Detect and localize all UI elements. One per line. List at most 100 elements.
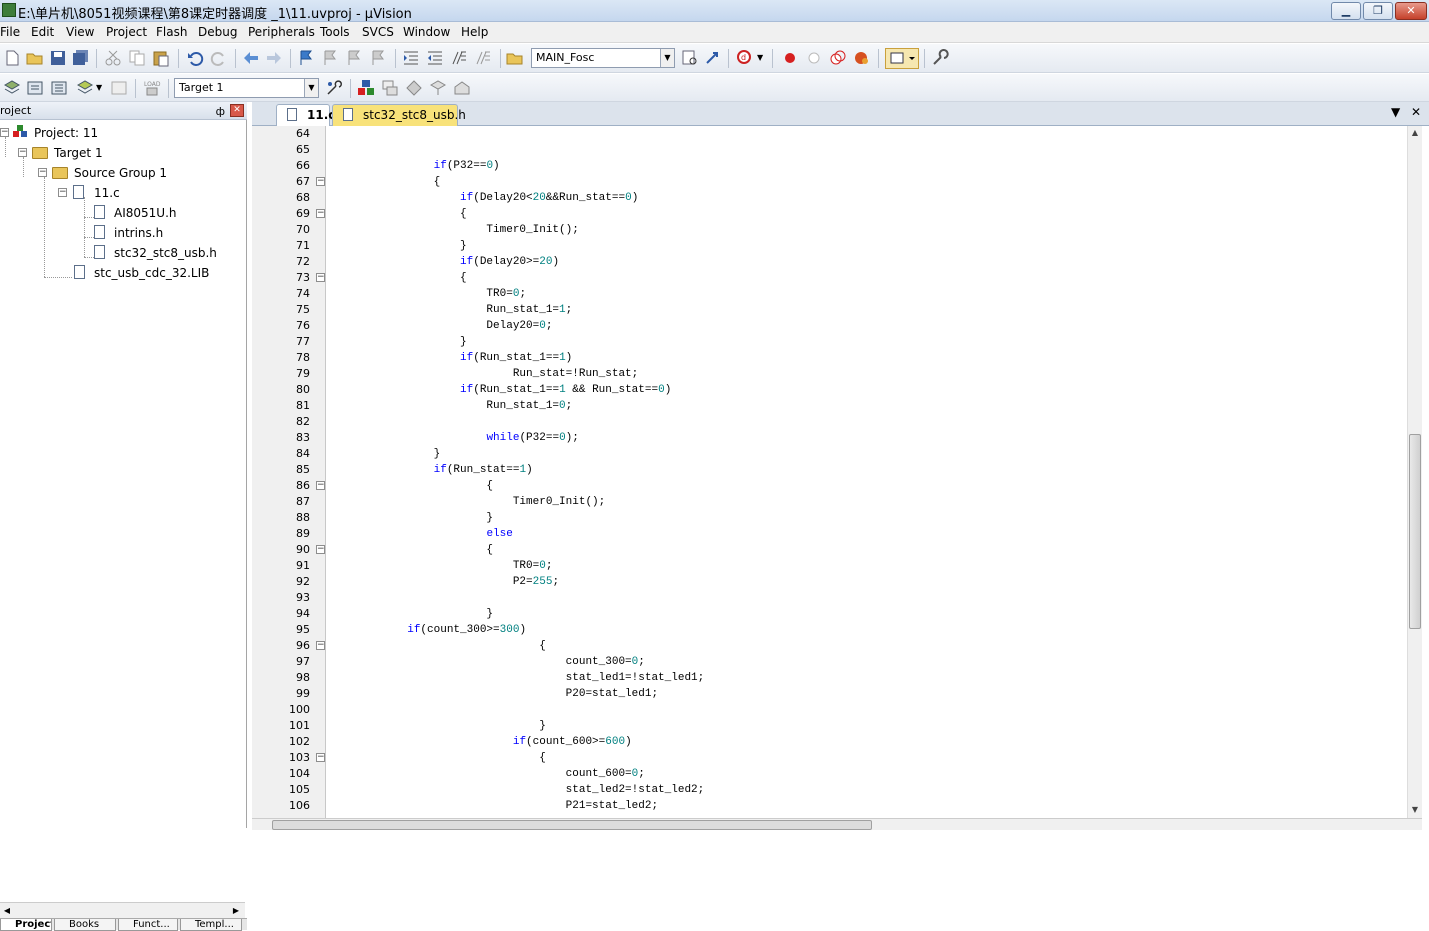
menu-file[interactable]: File bbox=[0, 25, 20, 39]
editor-tab-11c[interactable]: 11.c bbox=[276, 104, 335, 126]
prev-bookmark-icon[interactable] bbox=[321, 49, 339, 67]
menu-tools[interactable]: Tools bbox=[320, 25, 350, 39]
configure-wrench-icon[interactable] bbox=[931, 49, 949, 67]
menu-flash[interactable]: Flash bbox=[156, 25, 187, 39]
collapse-icon[interactable]: − bbox=[18, 148, 27, 157]
scroll-thumb[interactable] bbox=[1409, 434, 1421, 629]
code-line[interactable]: 100 bbox=[252, 702, 1407, 718]
redo-icon[interactable] bbox=[210, 49, 228, 67]
close-button[interactable]: ✕ bbox=[1395, 2, 1427, 20]
copy-icon[interactable] bbox=[128, 49, 146, 67]
target-options-icon[interactable] bbox=[325, 79, 343, 97]
code-line[interactable]: 80 if(Run_stat_1==1 && Run_stat==0) bbox=[252, 382, 1407, 398]
code-line[interactable]: 104 count_600=0; bbox=[252, 766, 1407, 782]
insert-breakpoint-icon[interactable] bbox=[781, 49, 799, 67]
scroll-left-icon[interactable]: ◀ bbox=[0, 904, 14, 918]
uncomment-icon[interactable] bbox=[474, 49, 492, 67]
code-line[interactable]: 73− { bbox=[252, 270, 1407, 286]
code-line[interactable]: 77 } bbox=[252, 334, 1407, 350]
code-line[interactable]: 94 } bbox=[252, 606, 1407, 622]
tab-list-dropdown-icon[interactable]: ▼ bbox=[1391, 105, 1400, 119]
code-line[interactable]: 92 P2=255; bbox=[252, 574, 1407, 590]
bookmark-icon[interactable] bbox=[297, 49, 315, 67]
collapse-icon[interactable]: − bbox=[58, 188, 67, 197]
code-line[interactable]: 102 if(count_600>=600) bbox=[252, 734, 1407, 750]
code-line[interactable]: 66 if(P32==0) bbox=[252, 158, 1407, 174]
build-icon[interactable] bbox=[26, 79, 44, 97]
scroll-down-icon[interactable]: ▼ bbox=[1408, 803, 1422, 817]
menu-window[interactable]: Window bbox=[403, 25, 450, 39]
batch-dropdown-arrow-icon[interactable]: ▼ bbox=[96, 83, 102, 92]
stop-build-icon[interactable] bbox=[110, 79, 128, 97]
menu-help[interactable]: Help bbox=[461, 25, 488, 39]
tab-project[interactable]: Project bbox=[0, 919, 52, 931]
code-line[interactable]: 93 bbox=[252, 590, 1407, 606]
code-line[interactable]: 64 bbox=[252, 126, 1407, 142]
code-line[interactable]: 103− { bbox=[252, 750, 1407, 766]
code-line[interactable]: 95 if(count_300>=300) bbox=[252, 622, 1407, 638]
target-combo[interactable]: Target 1 ▼ bbox=[174, 78, 319, 98]
software-packs-icon[interactable] bbox=[429, 79, 447, 97]
next-bookmark-icon[interactable] bbox=[345, 49, 363, 67]
open-folder-icon[interactable] bbox=[26, 49, 44, 67]
enable-breakpoint-icon[interactable] bbox=[805, 49, 823, 67]
code-line[interactable]: 101 } bbox=[252, 718, 1407, 734]
pack-installer-icon[interactable] bbox=[405, 79, 423, 97]
fold-collapse-icon[interactable]: − bbox=[316, 273, 325, 282]
save-icon[interactable] bbox=[49, 49, 67, 67]
comment-icon[interactable] bbox=[450, 49, 468, 67]
code-line[interactable]: 98 stat_led1=!stat_led1; bbox=[252, 670, 1407, 686]
batch-build-icon[interactable] bbox=[76, 79, 94, 97]
incremental-find-icon[interactable] bbox=[704, 49, 722, 67]
code-line[interactable]: 83 while(P32==0); bbox=[252, 430, 1407, 446]
pin-icon[interactable]: ф bbox=[216, 103, 225, 120]
fold-collapse-icon[interactable]: − bbox=[316, 545, 325, 554]
menu-project[interactable]: Project bbox=[106, 25, 147, 39]
fold-collapse-icon[interactable]: − bbox=[316, 209, 325, 218]
code-line[interactable]: 72 if(Delay20>=20) bbox=[252, 254, 1407, 270]
code-line[interactable]: 96− { bbox=[252, 638, 1407, 654]
undo-icon[interactable] bbox=[186, 49, 204, 67]
download-load-icon[interactable]: LOAD bbox=[143, 79, 161, 97]
fold-collapse-icon[interactable]: − bbox=[316, 641, 325, 650]
code-line[interactable]: 79 Run_stat=!Run_stat; bbox=[252, 366, 1407, 382]
code-line[interactable]: 85 if(Run_stat==1) bbox=[252, 462, 1407, 478]
save-all-icon[interactable] bbox=[72, 49, 90, 67]
code-line[interactable]: 99 P20=stat_led1; bbox=[252, 686, 1407, 702]
rebuild-icon[interactable] bbox=[50, 79, 68, 97]
collapse-icon[interactable]: − bbox=[38, 168, 47, 177]
editor-hscrollbar[interactable] bbox=[252, 818, 1422, 830]
close-tab-icon[interactable]: ✕ bbox=[1411, 105, 1421, 119]
kill-all-breakpoints-icon[interactable] bbox=[853, 49, 871, 67]
code-line[interactable]: 74 TR0=0; bbox=[252, 286, 1407, 302]
translate-icon[interactable] bbox=[3, 79, 21, 97]
new-file-icon[interactable] bbox=[3, 49, 21, 67]
editor-tab-stc32-header[interactable]: stc32_stc8_usb.h bbox=[332, 104, 466, 126]
function-combo[interactable]: MAIN_Fosc ▼ bbox=[531, 48, 675, 68]
menu-svcs[interactable]: SVCS bbox=[362, 25, 394, 39]
debug-session-icon[interactable]: d bbox=[736, 49, 754, 67]
code-line[interactable]: 89 else bbox=[252, 526, 1407, 542]
code-line[interactable]: 81 Run_stat_1=0; bbox=[252, 398, 1407, 414]
menu-debug[interactable]: Debug bbox=[198, 25, 237, 39]
fold-collapse-icon[interactable]: − bbox=[316, 177, 325, 186]
event-recorder-icon[interactable] bbox=[453, 79, 471, 97]
chevron-down-icon[interactable]: ▼ bbox=[304, 79, 318, 97]
code-line[interactable]: 105 stat_led2=!stat_led2; bbox=[252, 782, 1407, 798]
menu-view[interactable]: View bbox=[66, 25, 94, 39]
chevron-down-icon[interactable]: ▼ bbox=[660, 49, 674, 67]
code-area[interactable]: 64 65 66 if(P32==0) 67− {68 if(Delay20<20&&… bbox=[252, 126, 1407, 818]
code-line[interactable]: 91 TR0=0; bbox=[252, 558, 1407, 574]
code-line[interactable]: 97 count_300=0; bbox=[252, 654, 1407, 670]
find-in-files-icon[interactable] bbox=[506, 49, 524, 67]
tab-templates[interactable]: Templ... bbox=[180, 919, 242, 931]
tab-books[interactable]: Books bbox=[54, 919, 116, 931]
project-pane-hscrollbar[interactable]: ◀ ▶ bbox=[0, 902, 245, 918]
minimize-button[interactable]: ▁ bbox=[1331, 2, 1361, 20]
restore-button[interactable]: ❐ bbox=[1363, 2, 1393, 20]
code-line[interactable]: 86− { bbox=[252, 478, 1407, 494]
code-line[interactable]: 67− { bbox=[252, 174, 1407, 190]
pane-close-icon[interactable]: ✕ bbox=[230, 104, 244, 117]
paste-icon[interactable] bbox=[152, 49, 170, 67]
code-line[interactable]: 106 P21=stat_led2; bbox=[252, 798, 1407, 814]
